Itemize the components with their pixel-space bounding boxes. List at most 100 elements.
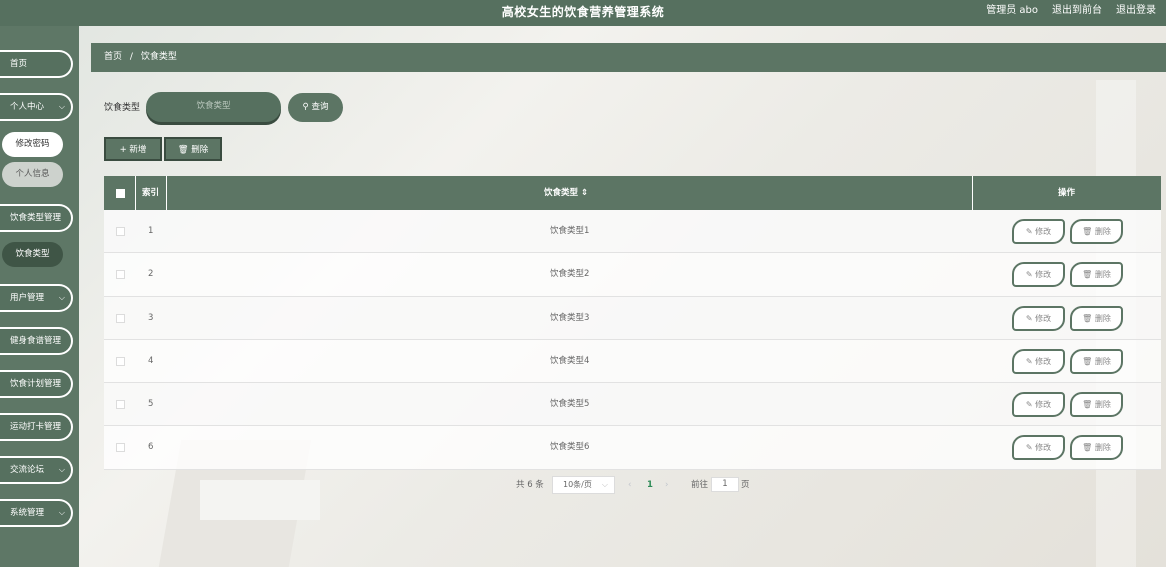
batch-delete-button[interactable]: 🗑 删除	[164, 137, 222, 161]
row-checkbox[interactable]	[116, 356, 125, 366]
column-header-index: 索引	[142, 188, 160, 198]
row-index: 5	[148, 399, 154, 410]
breadcrumb-current: 饮食类型	[140, 52, 177, 62]
sidebar-item-label: 饮食类型	[15, 249, 50, 259]
top-bar: 高校女生的饮食营养管理系统 管理员 abo 退出到前台 退出登录	[0, 0, 1166, 26]
edit-icon: ✎	[1025, 313, 1036, 323]
page-size-select[interactable]: 10条/页 ⌵	[552, 476, 615, 494]
back-to-front-link[interactable]: 退出到前台	[1052, 0, 1102, 26]
edit-button[interactable]: ✎ 修改	[1012, 392, 1065, 418]
logout-link[interactable]: 退出登录	[1116, 0, 1156, 26]
sidebar-item-label: 交流论坛	[10, 465, 45, 475]
prev-page-icon[interactable]: ‹	[628, 476, 631, 494]
select-all-checkbox[interactable]	[116, 189, 125, 198]
trash-icon: 🗑	[177, 145, 192, 155]
table-body: 1 饮食类型1 ✎ 修改 🗑 删除 2 饮食类型2 ✎ 修改 🗑 删除 3 饮食类型3 ✎ 修改 🗑 …	[104, 210, 1161, 470]
delete-button-label: 删除	[191, 145, 209, 155]
delete-button[interactable]: 🗑 删除	[1070, 348, 1123, 374]
chevron-down-icon: ⌵	[601, 480, 608, 489]
edit-icon: ✎	[1025, 270, 1036, 280]
edit-button-label: 修改	[1035, 400, 1052, 410]
search-button[interactable]: ⚲ 查询	[288, 93, 343, 122]
admin-user-label: 管理员 abo	[986, 5, 1038, 16]
row-checkbox[interactable]	[116, 443, 125, 453]
edit-button[interactable]: ✎ 修改	[1012, 219, 1065, 244]
edit-button[interactable]: ✎ 修改	[1012, 305, 1065, 331]
sidebar-subitem-change-password[interactable]: 修改密码	[2, 132, 63, 157]
trash-icon: 🗑	[1082, 356, 1095, 366]
sidebar-item-label: 修改密码	[15, 139, 50, 149]
table-row: 4 饮食类型4 ✎ 修改 🗑 删除	[104, 339, 1161, 384]
sidebar-item-home[interactable]: 首页	[0, 50, 73, 78]
sidebar-item-diet-type-management[interactable]: 饮食类型管理	[0, 204, 73, 232]
row-diet-type: 饮食类型6	[550, 442, 590, 453]
delete-button-label: 删除	[1094, 356, 1111, 366]
sidebar-item-user-management[interactable]: 用户管理 ⌵	[0, 284, 73, 312]
table-row: 5 饮食类型5 ✎ 修改 🗑 删除	[104, 383, 1161, 427]
breadcrumb-home[interactable]: 首页	[104, 52, 122, 62]
search-button-label: 查询	[311, 102, 329, 112]
row-diet-type: 饮食类型2	[550, 269, 590, 280]
delete-button[interactable]: 🗑 删除	[1070, 219, 1123, 244]
row-diet-type: 饮食类型4	[550, 355, 590, 366]
trash-icon: 🗑	[1082, 313, 1095, 323]
row-checkbox[interactable]	[116, 270, 125, 280]
sidebar-item-forum[interactable]: 交流论坛 ⌵	[0, 456, 73, 484]
sort-icon[interactable]: ⇕	[581, 188, 588, 198]
breadcrumb-separator: /	[129, 52, 133, 62]
search-icon: ⚲	[302, 102, 309, 112]
goto-page-input[interactable]: 1	[711, 477, 739, 492]
table-row: 6 饮食类型6 ✎ 修改 🗑 删除	[104, 426, 1161, 470]
delete-button[interactable]: 🗑 删除	[1070, 262, 1123, 288]
sidebar-item-personal-center[interactable]: 个人中心 ⌵	[0, 93, 73, 121]
sidebar-subitem-personal-info[interactable]: 个人信息	[2, 162, 63, 187]
row-checkbox[interactable]	[116, 313, 125, 323]
edit-icon: ✎	[1025, 356, 1036, 366]
chevron-down-icon: ⌵	[58, 293, 65, 302]
row-checkbox[interactable]	[116, 400, 125, 410]
data-table: 索引 饮食类型 ⇕ 操作 1 饮食类型1 ✎ 修改 🗑 删除 2 饮食类型2 ✎ 修改 🗑 删…	[104, 176, 1161, 470]
sidebar-item-label: 健身食谱管理	[10, 336, 62, 346]
delete-button[interactable]: 🗑 删除	[1070, 305, 1123, 331]
delete-button-label: 删除	[1094, 400, 1111, 410]
row-index: 3	[148, 312, 154, 323]
sidebar-item-exercise-checkin-management[interactable]: 运动打卡管理	[0, 413, 73, 441]
sidebar-item-diet-plan-management[interactable]: 饮食计划管理	[0, 370, 73, 398]
delete-button[interactable]: 🗑 删除	[1070, 435, 1123, 461]
add-button[interactable]: + 新增	[104, 137, 162, 161]
row-diet-type: 饮食类型3	[550, 312, 590, 323]
sidebar-subitem-diet-type[interactable]: 饮食类型	[2, 242, 63, 267]
table-row: 2 饮食类型2 ✎ 修改 🗑 删除	[104, 253, 1161, 297]
sidebar-item-label: 运动打卡管理	[10, 422, 62, 432]
row-index: 6	[148, 442, 154, 453]
row-index: 1	[148, 226, 154, 236]
delete-button-label: 删除	[1094, 313, 1111, 323]
column-header-operations: 操作	[1058, 188, 1076, 198]
table-header: 索引 饮食类型 ⇕ 操作	[104, 176, 1161, 210]
search-input[interactable]: 饮食类型	[146, 92, 281, 122]
page-number-current[interactable]: 1	[647, 476, 653, 494]
table-row: 1 饮食类型1 ✎ 修改 🗑 删除	[104, 210, 1161, 254]
row-diet-type: 饮食类型5	[550, 399, 590, 410]
delete-button[interactable]: 🗑 删除	[1070, 392, 1123, 418]
row-checkbox[interactable]	[116, 227, 125, 236]
sidebar-item-label: 个人中心	[10, 102, 45, 112]
delete-button-label: 删除	[1094, 270, 1111, 280]
sidebar-item-label: 系统管理	[10, 508, 45, 518]
edit-button[interactable]: ✎ 修改	[1012, 435, 1065, 461]
column-header-diet-type[interactable]: 饮食类型 ⇕	[544, 176, 588, 210]
edit-button[interactable]: ✎ 修改	[1012, 262, 1065, 288]
edit-button[interactable]: ✎ 修改	[1012, 348, 1065, 374]
edit-button-label: 修改	[1035, 443, 1052, 453]
trash-icon: 🗑	[1082, 443, 1095, 453]
search-label: 饮食类型	[104, 103, 141, 113]
plus-icon: +	[119, 145, 130, 155]
sidebar-item-system-management[interactable]: 系统管理 ⌵	[0, 499, 73, 527]
edit-icon: ✎	[1025, 227, 1036, 236]
sidebar-item-label: 饮食类型管理	[10, 213, 62, 223]
next-page-icon[interactable]: ›	[665, 476, 668, 494]
delete-button-label: 删除	[1094, 443, 1111, 453]
table-row: 3 饮食类型3 ✎ 修改 🗑 删除	[104, 296, 1161, 340]
trash-icon: 🗑	[1082, 227, 1095, 236]
sidebar-item-fitness-recipe-management[interactable]: 健身食谱管理	[0, 327, 73, 355]
